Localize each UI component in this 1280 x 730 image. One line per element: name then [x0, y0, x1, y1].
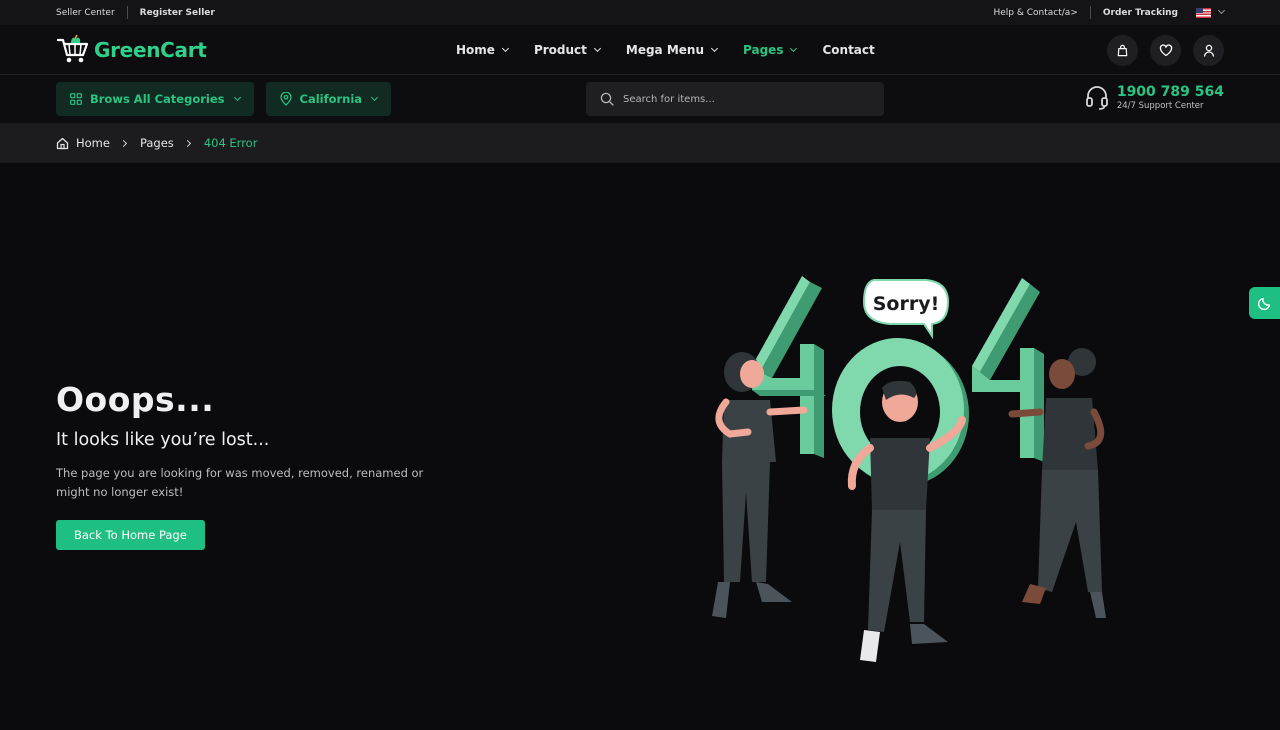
main-nav: Home Product Mega Menu Pages Contact [456, 25, 901, 75]
search-bar [586, 82, 884, 116]
nav-mega-menu[interactable]: Mega Menu [625, 43, 719, 57]
map-pin-icon [279, 92, 292, 106]
browse-categories-label: Brows All Categories [90, 92, 225, 106]
location-selector[interactable]: California [265, 82, 392, 116]
search-input[interactable] [623, 93, 863, 105]
grid-icon [70, 93, 82, 105]
breadcrumb-home[interactable]: Home [76, 136, 110, 150]
theme-toggle-button[interactable] [1249, 287, 1280, 319]
chevron-down-icon [710, 44, 719, 52]
support-text: 1900 789 564 24/7 Support Center [1117, 84, 1224, 112]
error-subtitle: It looks like you’re lost... [56, 430, 270, 450]
main-header: GreenCart Home Product Mega Menu Pages C… [0, 25, 1280, 75]
search-icon [600, 92, 614, 106]
top-bar-left: Seller Center Register Seller [56, 6, 215, 19]
support-label: 24/7 Support Center [1116, 101, 1204, 111]
chevron-right-icon [183, 139, 191, 147]
nav-home[interactable]: Home [456, 43, 509, 57]
breadcrumb-pages[interactable]: Pages [140, 136, 174, 150]
chevron-right-icon [119, 139, 128, 147]
language-selector[interactable] [1196, 6, 1226, 18]
breadcrumb: Home Pages 404 Error [0, 123, 1280, 163]
support-phone[interactable]: 1900 789 564 [1117, 84, 1224, 100]
error-title: Ooops... [56, 380, 215, 419]
nav-label: Contact [822, 43, 875, 57]
support-info: 1900 789 564 24/7 Support Center [1085, 84, 1224, 112]
register-seller-link[interactable]: Register Seller [140, 8, 215, 18]
user-icon [1203, 44, 1214, 57]
nav-contact[interactable]: Contact [822, 43, 874, 57]
cart-button[interactable] [1107, 35, 1138, 66]
error-message: Ooops... It looks like you’re lost... Th… [56, 380, 436, 550]
chevron-down-icon [790, 44, 798, 52]
help-contact-link[interactable]: Help & Contact/a> [994, 8, 1078, 18]
chevron-down-icon [233, 93, 241, 101]
chevron-down-icon [501, 44, 509, 52]
wishlist-button[interactable] [1150, 35, 1181, 66]
back-home-button[interactable]: Back To Home Page [56, 520, 205, 550]
logo[interactable]: GreenCart [56, 34, 207, 65]
divider [1089, 6, 1091, 19]
bubble-text: Sorry! [873, 293, 940, 315]
nav-label: Pages [743, 43, 784, 57]
nav-label: Mega Menu [625, 43, 705, 57]
seller-center-link[interactable]: Seller Center [56, 8, 115, 18]
404-illustration: Sorry! [712, 276, 1106, 662]
home-icon [56, 137, 69, 149]
cart-logo-icon [56, 34, 89, 62]
moon-icon [1257, 297, 1270, 310]
chevron-down-icon [371, 93, 379, 101]
digit-four-right [972, 278, 1044, 462]
error-description: The page you are looking for was moved, … [56, 466, 424, 499]
browse-categories-button[interactable]: Brows All Categories [56, 82, 254, 116]
us-flag-icon [1196, 7, 1211, 18]
chevron-down-icon [1217, 6, 1226, 15]
header-actions [1095, 35, 1224, 66]
sub-header: Brows All Categories California 1900 789… [0, 75, 1280, 123]
top-bar: Seller Center Register Seller Help & Con… [0, 0, 1280, 25]
chevron-down-icon [593, 44, 601, 52]
nav-label: Product [533, 43, 587, 57]
top-bar-right: Help & Contact/a> Order Tracking [994, 6, 1226, 19]
brand-name: GreenCart [94, 37, 207, 62]
speech-bubble: Sorry! [862, 279, 950, 340]
location-label: California [299, 92, 363, 106]
divider [126, 6, 128, 19]
breadcrumb-current: 404 Error [203, 136, 258, 150]
order-tracking-link[interactable]: Order Tracking [1103, 8, 1178, 18]
nav-product[interactable]: Product [533, 43, 601, 57]
nav-label: Home [456, 43, 495, 57]
shopping-bag-icon [1117, 44, 1128, 57]
headset-icon [1085, 86, 1108, 110]
heart-icon [1159, 44, 1172, 57]
nav-pages[interactable]: Pages [743, 43, 798, 57]
account-button[interactable] [1193, 35, 1224, 66]
